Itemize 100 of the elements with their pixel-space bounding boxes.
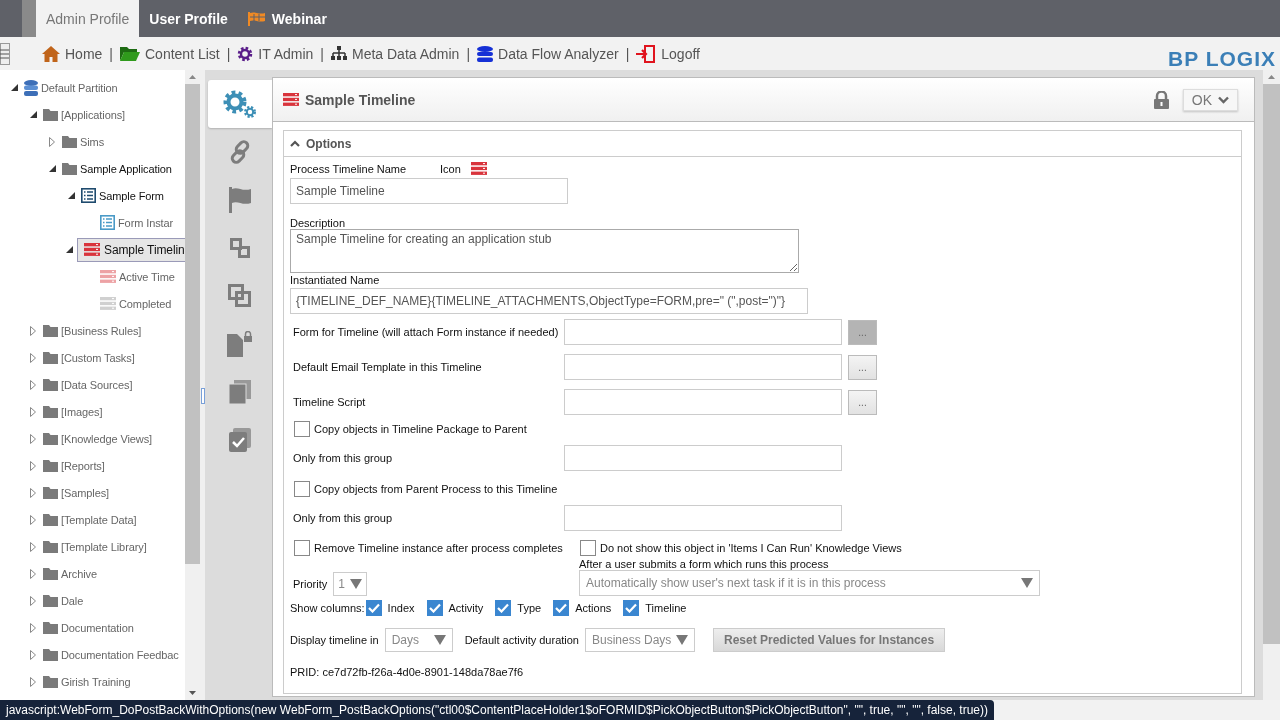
nav-link[interactable]: Logoff	[636, 44, 700, 63]
collapsed-toggle-icon[interactable]	[30, 352, 36, 363]
timeline-icon	[283, 93, 299, 106]
tree-item[interactable]: [Reports]	[42, 456, 106, 475]
panel-title: Sample Timeline	[305, 91, 417, 108]
collapsed-toggle-icon[interactable]	[30, 676, 36, 687]
name-field[interactable]: Sample Timeline	[290, 178, 568, 204]
collapsed-toggle-icon[interactable]	[30, 514, 36, 525]
priority-dropdown[interactable]: 1	[333, 572, 368, 596]
profile-tab[interactable]: Webinar	[237, 0, 337, 37]
tree-item[interactable]: [Template Data]	[42, 510, 138, 529]
collapsed-toggle-icon[interactable]	[30, 541, 36, 552]
checkbox[interactable]	[294, 540, 310, 556]
tree-item[interactable]: Girish Training	[42, 672, 132, 691]
tree-item[interactable]: [Images]	[42, 402, 104, 421]
checkbox[interactable]	[553, 600, 570, 616]
field-label: Display timeline in	[290, 634, 379, 646]
collapsed-toggle-icon[interactable]	[30, 649, 36, 660]
scrollbar-thumb[interactable]	[185, 84, 200, 564]
collapsed-toggle-icon[interactable]	[30, 460, 36, 471]
folder-icon	[120, 46, 140, 61]
checkbox[interactable]	[580, 540, 596, 556]
collapsed-toggle-icon[interactable]	[30, 325, 36, 336]
folder-icon	[43, 324, 58, 337]
nav-link[interactable]: Content List	[120, 45, 220, 62]
collapsed-toggle-icon[interactable]	[30, 487, 36, 498]
separator: |	[466, 45, 471, 62]
tree-item[interactable]: Form Instar	[99, 212, 175, 233]
nav-link[interactable]: Meta Data Admin	[331, 45, 460, 62]
profile-tab[interactable]: User Profile	[139, 0, 238, 37]
tree-item[interactable]: [Samples]	[42, 483, 110, 502]
field-label: Instantiated Name	[290, 274, 381, 286]
checkbox[interactable]	[495, 600, 512, 616]
scrollbar-thumb[interactable]	[1263, 84, 1280, 644]
group-field[interactable]	[564, 505, 842, 531]
description-field[interactable]: Sample Timeline for creating an application stub	[290, 229, 799, 273]
tree-item[interactable]: Sims	[61, 132, 106, 151]
document-lock-icon	[227, 331, 253, 357]
tree-item[interactable]: Documentation Feedbac	[42, 645, 180, 664]
tree-item[interactable]: Dale	[42, 591, 85, 610]
menu-icon[interactable]	[0, 42, 10, 65]
options-section-header[interactable]: Options	[284, 131, 1241, 157]
collapsed-toggle-icon[interactable]	[30, 622, 36, 633]
tree-item[interactable]: [Business Rules]	[42, 321, 143, 340]
hierarchy-icon	[331, 46, 347, 61]
picker-field[interactable]	[564, 354, 842, 380]
tree-item[interactable]: [Custom Tasks]	[42, 348, 136, 367]
ok-button[interactable]: OK	[1182, 88, 1238, 111]
browse-button[interactable]: ...	[848, 354, 877, 380]
after-submit-dropdown[interactable]: Automatically show user's next task if it is in this process	[579, 570, 1040, 596]
nav-link[interactable]: Home	[42, 45, 103, 62]
nav-link[interactable]: Data Flow Analyzer	[477, 45, 619, 62]
browse-button[interactable]: ...	[848, 389, 877, 415]
expanded-toggle-icon[interactable]	[29, 111, 37, 118]
tree-item[interactable]: [Knowledge Views]	[42, 429, 154, 448]
expanded-toggle-icon[interactable]	[10, 84, 18, 91]
tree-item[interactable]: [Applications]	[42, 105, 127, 124]
lock-icon[interactable]	[1153, 90, 1169, 109]
side-tab[interactable]	[208, 80, 272, 128]
collapsed-toggle-icon[interactable]	[30, 595, 36, 606]
collapsed-toggle-icon[interactable]	[30, 379, 36, 390]
collapse-handle[interactable]	[201, 388, 205, 404]
expanded-toggle-icon[interactable]	[66, 246, 73, 253]
collapsed-toggle-icon[interactable]	[30, 433, 36, 444]
expanded-toggle-icon[interactable]	[48, 165, 56, 172]
tree-item[interactable]: Sample Timelin	[77, 237, 185, 262]
tree-item[interactable]: [Data Sources]	[42, 375, 134, 394]
field-label: Icon	[440, 162, 461, 175]
checkbox[interactable]	[426, 600, 443, 616]
checkbox[interactable]	[294, 421, 310, 437]
scroll-handle[interactable]	[22, 0, 36, 37]
collapsed-toggle-icon[interactable]	[30, 406, 36, 417]
picker-field[interactable]	[564, 389, 842, 415]
folder-icon	[43, 432, 58, 445]
tree-item[interactable]: Default Partition	[23, 76, 119, 99]
picker-field[interactable]	[564, 319, 842, 345]
field-label: Default activity duration	[464, 634, 579, 646]
tree-item[interactable]: Archive	[42, 564, 98, 583]
tree-item[interactable]: Active Time	[99, 267, 176, 286]
tree-item[interactable]: [Template Library]	[42, 537, 148, 556]
nav-link[interactable]: IT Admin	[237, 45, 314, 62]
display-unit-dropdown[interactable]: Days	[384, 628, 453, 652]
checkbox[interactable]	[294, 481, 310, 497]
duration-dropdown[interactable]: Business Days	[585, 628, 695, 652]
tree-item[interactable]: Documentation	[42, 618, 135, 637]
group-field[interactable]	[564, 445, 842, 471]
profile-tab[interactable]: Admin Profile	[36, 0, 140, 37]
folder-icon	[43, 540, 58, 553]
instantiated-name-field[interactable]: {TIMELINE_DEF_NAME}{TIMELINE_ATTACHMENTS,ObjectType=FORM,pre=" (",post=")"}	[290, 288, 808, 314]
tree-item[interactable]: Sample Application	[61, 159, 173, 178]
caret-icon	[676, 635, 688, 645]
collapsed-toggle-icon[interactable]	[49, 136, 55, 147]
tree-item[interactable]: Completed	[99, 294, 173, 313]
tree-item[interactable]: Sample Form	[80, 185, 165, 206]
checkbox[interactable]	[365, 600, 382, 616]
checkbox[interactable]	[623, 600, 640, 616]
expanded-toggle-icon[interactable]	[67, 192, 75, 199]
collapsed-toggle-icon[interactable]	[30, 568, 36, 579]
reset-button[interactable]: Reset Predicted Values for Instances	[713, 628, 946, 652]
field-label: Default Email Template in this Timeline	[293, 361, 483, 373]
